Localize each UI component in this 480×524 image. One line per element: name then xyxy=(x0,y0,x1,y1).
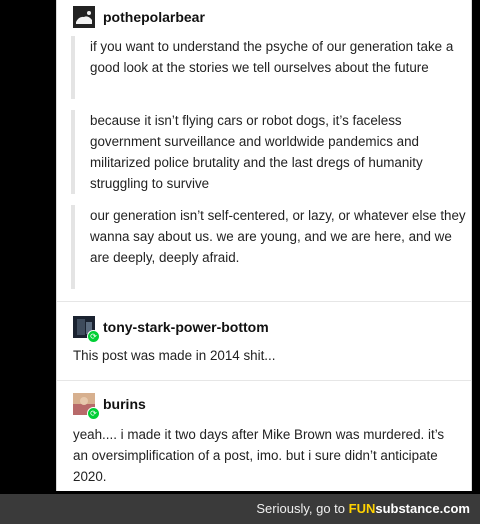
brand-rest: substance.com xyxy=(375,501,470,516)
post-header-3: ⟳ burins xyxy=(73,393,146,420)
post-text: because it isn’t flying cars or robot do… xyxy=(90,113,423,191)
avatar[interactable]: ⟳ xyxy=(73,316,100,343)
username[interactable]: tony-stark-power-bottom xyxy=(103,319,269,335)
avatar[interactable]: ⟳ xyxy=(73,393,100,420)
reblog-comment: yeah.... i made it two days after Mike B… xyxy=(73,427,445,484)
reblog-icon: ⟳ xyxy=(87,407,100,420)
watermark-prefix: Seriously, go to xyxy=(256,501,349,516)
watermark-text: Seriously, go to FUNsubstance.com xyxy=(256,501,470,516)
post-header-1: pothepolarbear xyxy=(73,6,205,28)
divider xyxy=(57,301,471,302)
quote-paragraph-3: our generation isn’t self-centered, or l… xyxy=(71,205,470,289)
post-card: pothepolarbear if you want to understand… xyxy=(56,0,472,491)
quote-paragraph-1: if you want to understand the psyche of … xyxy=(71,36,470,99)
watermark-footer: Seriously, go to FUNsubstance.com xyxy=(0,494,480,524)
reblog-icon: ⟳ xyxy=(87,330,100,343)
avatar[interactable] xyxy=(73,6,95,28)
post-text: our generation isn’t self-centered, or l… xyxy=(90,208,466,265)
username[interactable]: burins xyxy=(103,396,146,412)
username[interactable]: pothepolarbear xyxy=(103,9,205,25)
post-text: if you want to understand the psyche of … xyxy=(90,39,454,75)
post-header-2: ⟳ tony-stark-power-bottom xyxy=(73,316,269,343)
quote-paragraph-2: because it isn’t flying cars or robot do… xyxy=(71,110,470,194)
screenshot-frame: pothepolarbear if you want to understand… xyxy=(0,0,480,524)
reblog-comment: This post was made in 2014 shit... xyxy=(73,348,276,363)
divider xyxy=(57,380,471,381)
brand-fun: FUN xyxy=(348,501,376,516)
